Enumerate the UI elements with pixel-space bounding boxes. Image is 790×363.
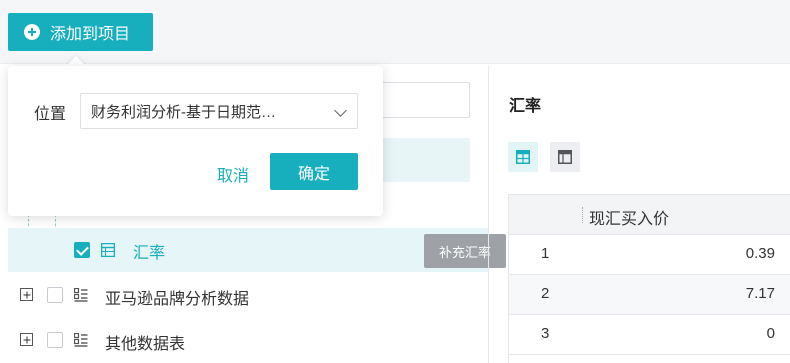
dataset-icon	[74, 333, 88, 347]
tree-item-checkbox[interactable]	[47, 287, 63, 303]
table-icon	[101, 243, 115, 257]
confirm-button[interactable]: 确定	[270, 153, 358, 190]
tree-item-label: 其他数据表	[105, 336, 186, 353]
layout-view-icon	[558, 150, 572, 164]
cell-value: 0	[766, 325, 775, 342]
expand-icon[interactable]	[20, 333, 33, 346]
toolbar: 添加到项目	[0, 0, 790, 64]
layout-view-button[interactable]	[550, 142, 580, 172]
table-row: 2 7.17	[509, 275, 790, 315]
chevron-down-icon	[334, 104, 347, 117]
cell-value: 7.17	[745, 285, 775, 302]
tree-item-checkbox[interactable]	[74, 242, 90, 258]
tree-item-label: 汇率	[133, 245, 166, 262]
tooltip: 补充汇率	[424, 234, 506, 268]
expand-icon[interactable]	[20, 288, 33, 301]
column-header: 现汇买入价	[589, 211, 670, 228]
plus-circle-icon	[24, 24, 40, 40]
table-row: 1 0.39	[509, 235, 790, 275]
position-select-value: 财务利润分析-基于日期范…	[91, 103, 276, 121]
tree-item-amazon-brand-data[interactable]: 亚马逊品牌分析数据	[8, 273, 488, 317]
cell-value: 0.39	[745, 245, 775, 262]
add-to-project-button[interactable]: 添加到项目	[8, 13, 153, 51]
cancel-button[interactable]: 取消	[217, 162, 249, 186]
position-label: 位置	[34, 106, 67, 123]
column-resize-handle[interactable]	[582, 207, 583, 223]
panel-divider	[488, 65, 489, 363]
position-select[interactable]: 财务利润分析-基于日期范…	[80, 93, 358, 129]
tree-item-exchange-rate[interactable]: 汇率	[8, 228, 488, 272]
tree-item-other-tables[interactable]: 其他数据表	[8, 318, 488, 362]
tree-row-highlight	[380, 138, 470, 182]
tree-item-checkbox[interactable]	[47, 332, 63, 348]
dataset-icon	[74, 288, 88, 302]
add-to-project-popover: 位置 财务利润分析-基于日期范… 取消 确定	[8, 66, 383, 216]
add-to-project-label: 添加到项目	[50, 26, 131, 43]
table-view-button[interactable]	[508, 142, 538, 172]
preview-table: 现汇买入价 1 0.39 2 7.17 3 0	[508, 194, 790, 363]
table-row: 3 0	[509, 315, 790, 355]
row-index: 2	[541, 285, 550, 302]
table-header: 现汇买入价	[509, 195, 790, 235]
tree-item-label: 亚马逊品牌分析数据	[105, 291, 250, 308]
preview-title: 汇率	[509, 98, 542, 115]
row-index: 1	[541, 245, 550, 262]
row-index: 3	[541, 325, 550, 342]
tree-search-input[interactable]	[380, 82, 470, 118]
table-view-icon	[516, 150, 530, 164]
